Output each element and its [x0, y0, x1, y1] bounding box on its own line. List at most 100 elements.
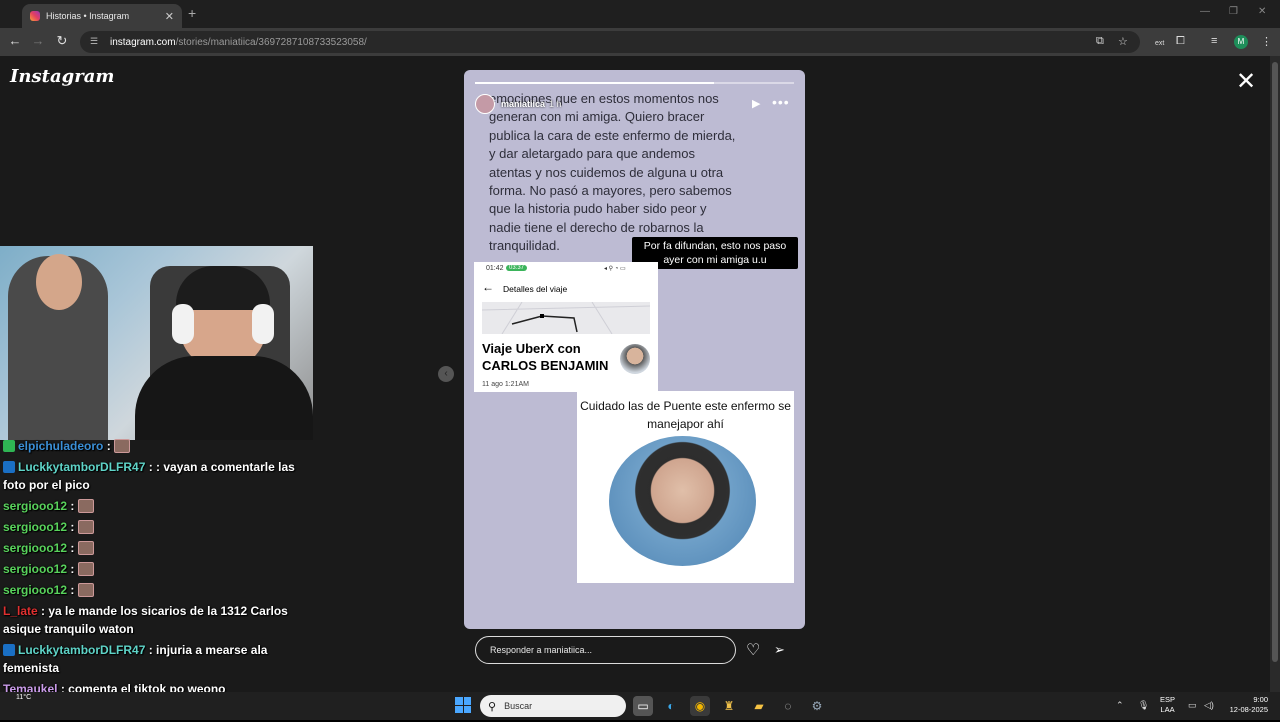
- new-tab-icon[interactable]: +: [188, 5, 196, 21]
- back-arrow-icon: ←: [482, 280, 494, 294]
- chat-message: L_late : ya le mande los sicarios de la …: [3, 602, 303, 638]
- maximize-icon[interactable]: ❐: [1229, 6, 1238, 17]
- chat-badge-icon: [3, 461, 15, 473]
- taskbar-search[interactable]: ⚲ Buscar: [480, 695, 626, 717]
- extensions-puzzle-icon[interactable]: ⧠: [1176, 35, 1185, 48]
- uber-trip-screenshot: 01:42 03:37 ◂ ⚲ ◔ ▭ ← Detalles del viaje…: [474, 262, 658, 392]
- chat-username[interactable]: sergiooo12: [3, 541, 67, 555]
- send-icon[interactable]: ➢: [774, 642, 785, 658]
- chat-username[interactable]: sergiooo12: [3, 520, 67, 534]
- chrome-icon[interactable]: ◉: [690, 696, 710, 716]
- chat-text: :: [70, 541, 75, 555]
- route-icon: [481, 301, 651, 335]
- chat-emote-icon: [77, 583, 94, 597]
- close-tab-icon[interactable]: ✕: [165, 10, 174, 23]
- chat-emote-icon: [77, 499, 94, 513]
- chat-emote-icon: [77, 562, 94, 576]
- url-path: /stories/maniatiica/3697287108733523058/: [175, 36, 367, 48]
- forward-icon[interactable]: →: [29, 33, 47, 48]
- story-header: maniatiica 1 h ▶ •••: [475, 92, 794, 116]
- story-avatar[interactable]: [475, 94, 495, 114]
- chat-message: sergiooo12 :: [3, 539, 303, 557]
- call-indicator: 03:37: [506, 265, 528, 271]
- clock-date: 12-08-2025: [1229, 705, 1268, 714]
- chat-username[interactable]: LuckkytamborDLFR47: [18, 460, 145, 474]
- trip-map: [481, 301, 651, 335]
- stream-chat: elpichuladeoro : LuckkytamborDLFR47 : : …: [3, 437, 303, 722]
- chat-emote-icon: [77, 520, 94, 534]
- story-text-line: y dar aletargado para que andemos: [489, 146, 695, 162]
- network-icon[interactable]: ▭: [1188, 700, 1197, 711]
- language-indicator[interactable]: ESP LAA: [1160, 695, 1175, 715]
- warning-text: Cuidado las de Puente este enfermo se ma…: [580, 399, 791, 431]
- extension-badge-icon[interactable]: ext: [1155, 40, 1164, 47]
- chat-message: LuckkytamborDLFR47 : injuria a mearse al…: [3, 641, 303, 677]
- phone-status-time: 01:42: [486, 265, 504, 272]
- page-scrollbar[interactable]: [1270, 56, 1280, 692]
- edge-icon[interactable]: ◐: [661, 696, 681, 716]
- chat-username[interactable]: LuckkytamborDLFR47: [18, 643, 145, 657]
- file-explorer-icon[interactable]: ▰: [749, 696, 769, 716]
- weather-widget[interactable]: 11°C: [16, 694, 31, 701]
- site-info-icon[interactable]: ☰: [90, 36, 102, 48]
- search-placeholder: Buscar: [504, 701, 533, 711]
- settings-icon[interactable]: ⚙: [807, 696, 827, 716]
- driver-photo: [609, 436, 756, 566]
- bookmark-star-icon[interactable]: ☆: [1118, 35, 1128, 48]
- scrollbar-thumb[interactable]: [1272, 62, 1278, 662]
- story-progress-fill: [475, 82, 715, 84]
- reply-input[interactable]: Responder a maniatiica...: [475, 636, 736, 664]
- microphone-icon[interactable]: 🎙: [1138, 700, 1149, 711]
- volume-icon[interactable]: ◁): [1204, 700, 1214, 711]
- close-story-icon[interactable]: ✕: [1236, 70, 1256, 94]
- chat-username[interactable]: elpichuladeoro: [18, 439, 103, 453]
- clock-time: 9:00: [1253, 695, 1268, 704]
- app-icon[interactable]: ♜: [719, 696, 739, 716]
- headphone-left: [172, 304, 194, 344]
- streamer-jacket: [135, 356, 313, 440]
- headphone-right: [252, 304, 274, 344]
- taskbar-clock[interactable]: 9:00 12-08-2025: [1224, 695, 1268, 715]
- trip-title: Viaje UberX con CARLOS BENJAMIN: [482, 341, 609, 373]
- instagram-logo[interactable]: Instagram: [10, 66, 114, 87]
- more-options-icon[interactable]: •••: [772, 94, 790, 110]
- previous-story-icon[interactable]: ‹: [438, 366, 454, 382]
- like-heart-icon[interactable]: ♡: [746, 640, 760, 660]
- streamer-webcam: [0, 246, 313, 440]
- chat-username[interactable]: sergiooo12: [3, 583, 67, 597]
- chat-message: sergiooo12 :: [3, 518, 303, 536]
- chat-username[interactable]: sergiooo12: [3, 499, 67, 513]
- chat-text: :: [106, 439, 111, 453]
- task-view-icon[interactable]: ▭: [633, 696, 653, 716]
- status-icons: ◂ ⚲ ◔ ▭: [604, 266, 626, 272]
- browser-toolbar: ← → ↻ ☰ instagram.com/stories/maniatiica…: [0, 28, 1280, 56]
- chat-username[interactable]: sergiooo12: [3, 562, 67, 576]
- tray-chevron-icon[interactable]: ⌃: [1116, 700, 1124, 711]
- profile-avatar-icon[interactable]: M: [1234, 35, 1248, 49]
- play-icon[interactable]: ▶: [752, 97, 760, 110]
- chat-username[interactable]: L_late: [3, 604, 38, 618]
- media-control-icon[interactable]: ≡: [1211, 35, 1217, 47]
- chat-message: LuckkytamborDLFR47 : : vayan a comentarl…: [3, 458, 303, 494]
- address-bar[interactable]: ☰ instagram.com/stories/maniatiica/36972…: [80, 31, 1140, 53]
- story-text-line: nadie tiene el derecho de robarnos la: [489, 219, 704, 235]
- chat-badge-icon: [3, 440, 15, 452]
- tab-instagram[interactable]: Historias • Instagram ✕: [22, 4, 182, 28]
- app-notify-icon[interactable]: ◌: [778, 696, 798, 716]
- reload-icon[interactable]: ↻: [53, 33, 71, 49]
- story-card[interactable]: emociones que en estos momentos nos gene…: [464, 70, 805, 629]
- story-text-line: que la historia pudo haber sido peor y: [489, 201, 707, 217]
- install-app-icon[interactable]: ⧉: [1096, 35, 1104, 48]
- chat-text: : ya le mande los sicarios de la 1312 Ca…: [3, 604, 288, 636]
- chat-text: :: [70, 583, 75, 597]
- menu-kebab-icon[interactable]: ⋮: [1261, 35, 1272, 48]
- chat-emote-icon: [77, 541, 94, 555]
- story-username[interactable]: maniatiica: [501, 99, 545, 109]
- story-text-line: atentas y nos cuidemos de alguna u otra: [489, 164, 724, 180]
- back-icon[interactable]: ←: [6, 33, 24, 48]
- minimize-icon[interactable]: —: [1200, 6, 1210, 17]
- window-close-icon[interactable]: ✕: [1258, 6, 1266, 17]
- start-icon[interactable]: [455, 697, 471, 713]
- warning-card: Cuidado las de Puente este enfermo se ma…: [577, 391, 794, 583]
- webcam-person-left: [8, 254, 108, 440]
